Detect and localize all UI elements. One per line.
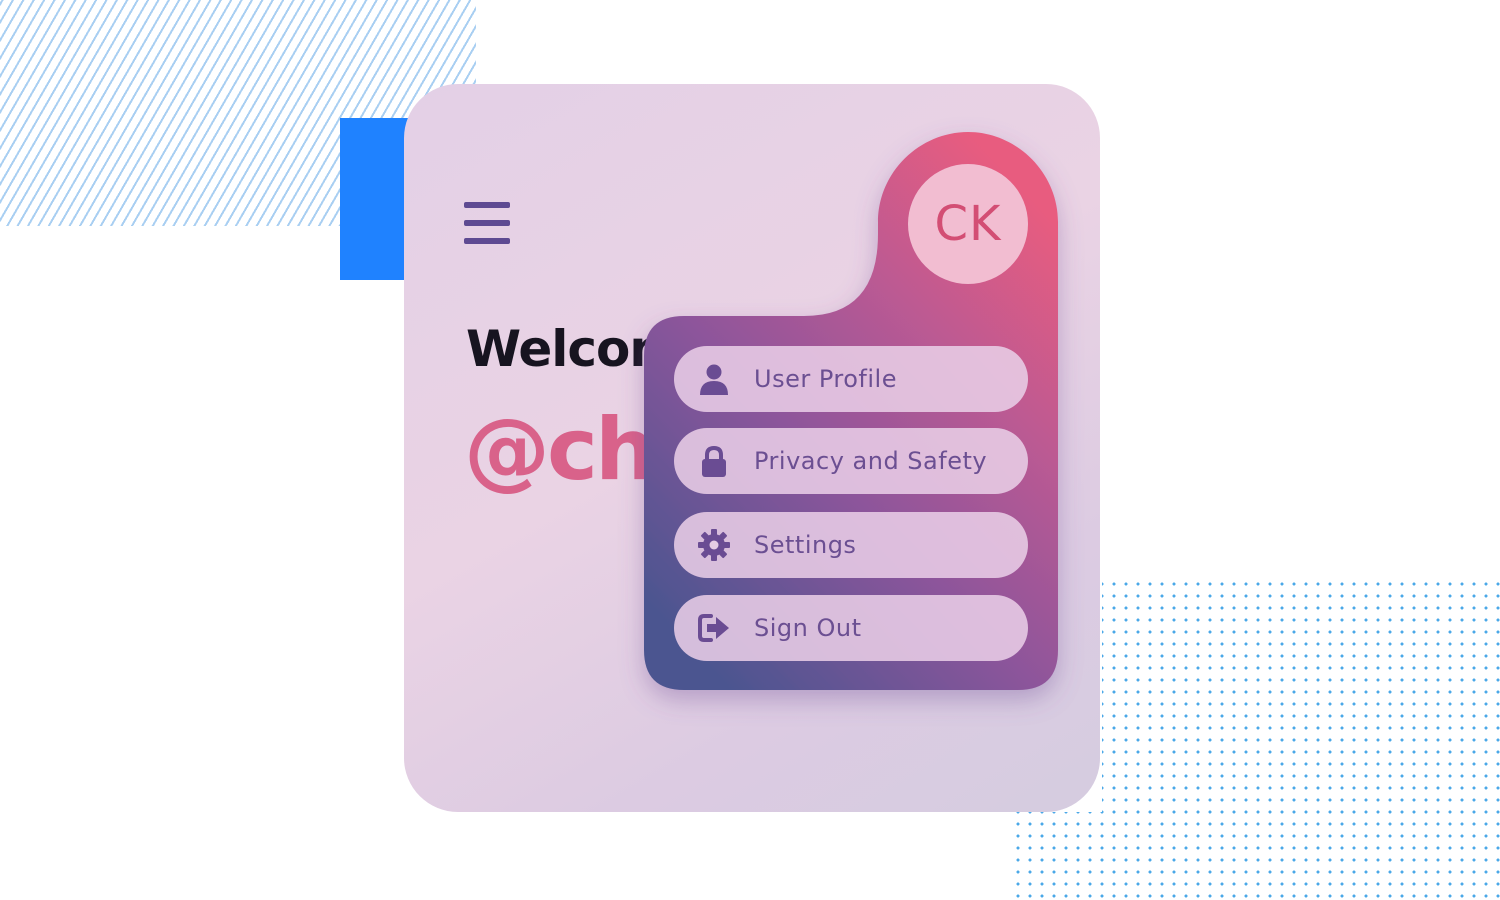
menu-item-label: User Profile — [754, 365, 897, 393]
gear-icon — [696, 527, 732, 563]
menu-item-label: Sign Out — [754, 614, 862, 642]
menu-item-user-profile[interactable]: User Profile — [674, 346, 1028, 412]
app-screen-card: Welcom @ch CK User Profile Privacy and S… — [404, 84, 1100, 812]
menu-item-sign-out[interactable]: Sign Out — [674, 595, 1028, 661]
screenshot-canvas: Welcom @ch CK User Profile Privacy and S… — [0, 0, 1500, 900]
menu-item-privacy-and-safety[interactable]: Privacy and Safety — [674, 428, 1028, 494]
avatar-initials: CK — [934, 196, 1002, 252]
profile-avatar[interactable]: CK — [908, 164, 1028, 284]
menu-item-label: Privacy and Safety — [754, 447, 988, 475]
lock-icon — [696, 443, 732, 479]
menu-item-label: Settings — [754, 531, 857, 559]
sign-out-icon — [696, 610, 732, 646]
user-icon — [696, 361, 732, 397]
menu-item-settings[interactable]: Settings — [674, 512, 1028, 578]
